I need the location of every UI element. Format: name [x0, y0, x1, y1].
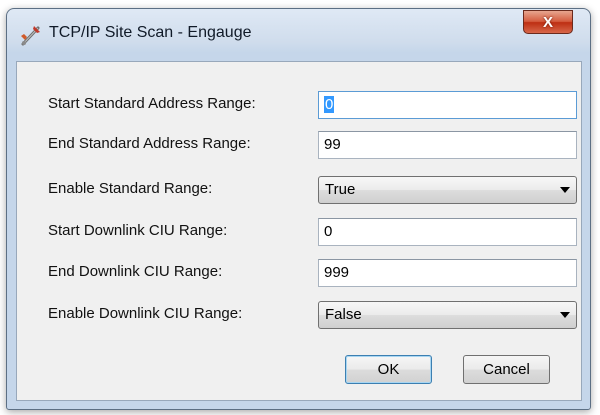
start-downlink-ciu-label: Start Downlink CIU Range: [48, 222, 228, 239]
end-downlink-ciu-label: End Downlink CIU Range: [48, 263, 223, 280]
close-button[interactable]: X [523, 10, 573, 34]
close-icon: X [542, 13, 553, 31]
enable-standard-range-select[interactable]: True [318, 176, 577, 204]
end-standard-address-value: 99 [324, 136, 341, 153]
network-tool-icon [21, 26, 40, 46]
end-standard-address-label: End Standard Address Range: [48, 135, 251, 152]
enable-downlink-ciu-value: False [325, 306, 362, 323]
cancel-button[interactable]: Cancel [463, 355, 550, 384]
start-standard-address-label: Start Standard Address Range: [48, 95, 256, 112]
enable-downlink-ciu-label: Enable Downlink CIU Range: [48, 305, 243, 322]
window-title: TCP/IP Site Scan - Engauge [49, 24, 252, 41]
chevron-down-icon [560, 187, 570, 193]
start-downlink-ciu-input[interactable]: 0 [318, 218, 577, 246]
ok-button-label: OK [377, 361, 400, 378]
tcpip-site-scan-dialog: TCP/IP Site Scan - Engauge X Start Stand… [6, 8, 591, 410]
cancel-button-label: Cancel [483, 361, 530, 378]
enable-downlink-ciu-select[interactable]: False [318, 301, 577, 329]
title-bar[interactable]: TCP/IP Site Scan - Engauge X [7, 9, 590, 59]
end-downlink-ciu-value: 999 [324, 264, 350, 281]
start-standard-address-value: 0 [324, 96, 335, 113]
ok-button[interactable]: OK [345, 355, 432, 384]
start-downlink-ciu-value: 0 [324, 223, 333, 240]
chevron-down-icon [560, 312, 570, 318]
end-standard-address-input[interactable]: 99 [318, 131, 577, 159]
end-downlink-ciu-input[interactable]: 999 [318, 259, 577, 287]
enable-standard-range-label: Enable Standard Range: [48, 180, 213, 197]
start-standard-address-input[interactable]: 0 [318, 91, 577, 119]
enable-standard-range-value: True [325, 181, 356, 198]
dialog-body: Start Standard Address Range: 0 End Stan… [16, 61, 582, 401]
